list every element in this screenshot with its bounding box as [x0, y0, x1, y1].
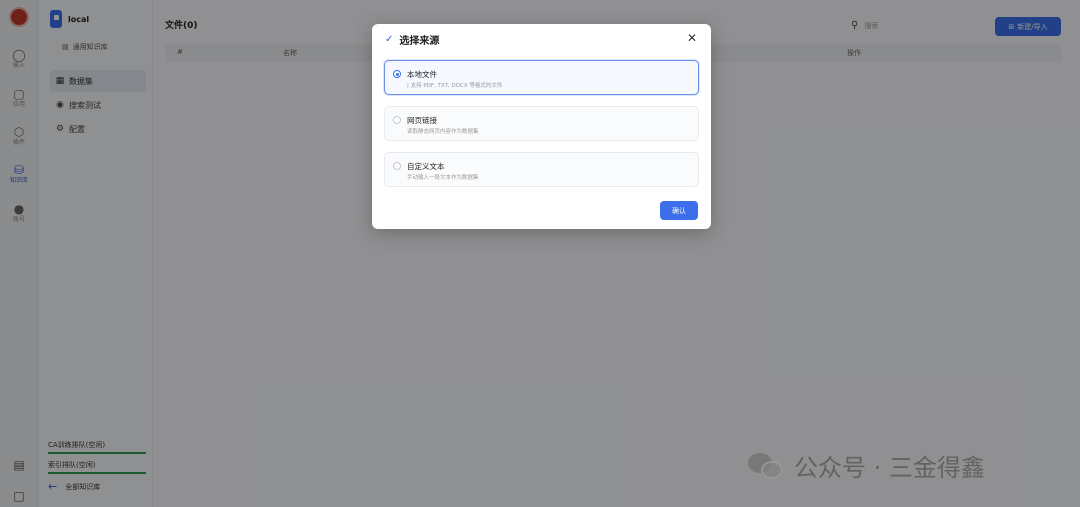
confirm-button[interactable]: 确认	[660, 201, 698, 220]
modal-header: ✓ 选择来源	[385, 34, 440, 47]
check-circle-icon: ✓	[385, 34, 394, 45]
source-option-local-file[interactable]: 本地文件 | 支持 PDF, TXT, DOCX 等格式的文件	[384, 60, 699, 95]
source-option-web-link[interactable]: 网页链接 读取静态网页内容作为数据集	[384, 106, 699, 141]
source-option-custom-text[interactable]: 自定义文本 手动输入一段文本作为数据集	[384, 152, 699, 187]
radio-button[interactable]	[393, 162, 401, 170]
radio-button[interactable]	[393, 70, 401, 78]
radio-button[interactable]	[393, 116, 401, 124]
select-source-modal: ✓ 选择来源 ✕ 本地文件 | 支持 PDF, TXT, DOCX 等格式的文件…	[372, 24, 711, 229]
watermark-text: 公众号 · 三金得鑫	[794, 454, 985, 482]
watermark: 公众号 · 三金得鑫	[748, 448, 985, 483]
wechat-icon	[748, 451, 786, 481]
close-icon[interactable]: ✕	[687, 31, 697, 45]
